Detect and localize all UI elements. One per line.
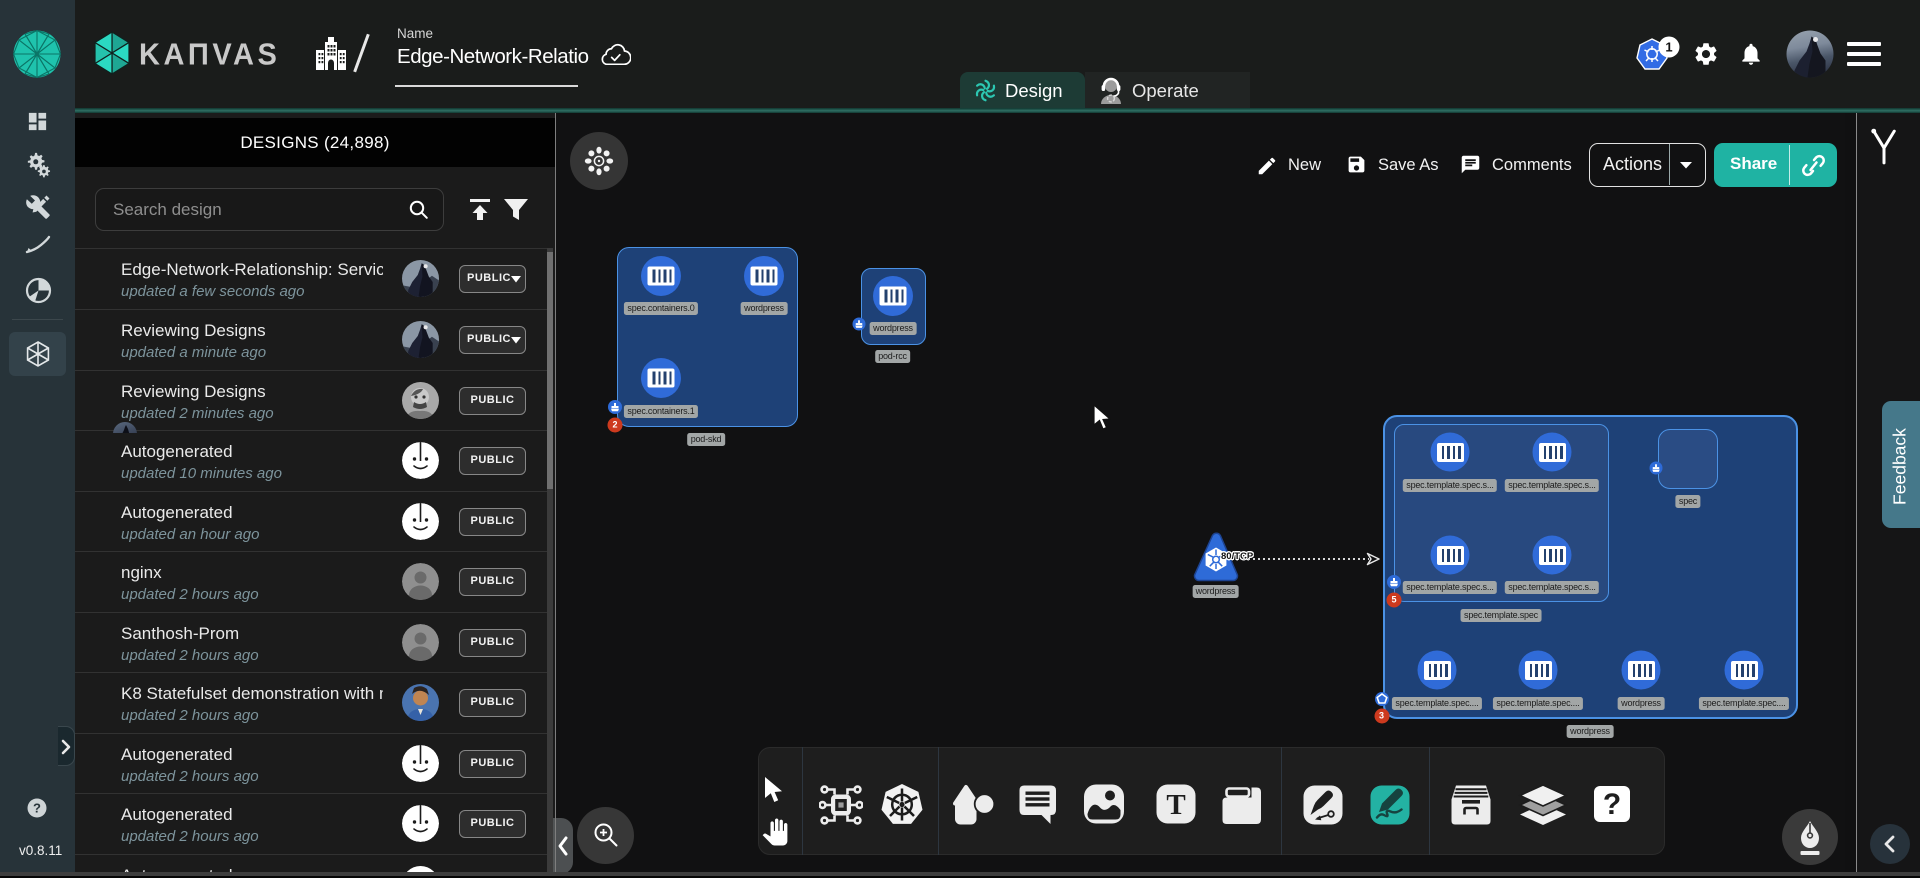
svg-text:?: ? xyxy=(33,801,41,816)
